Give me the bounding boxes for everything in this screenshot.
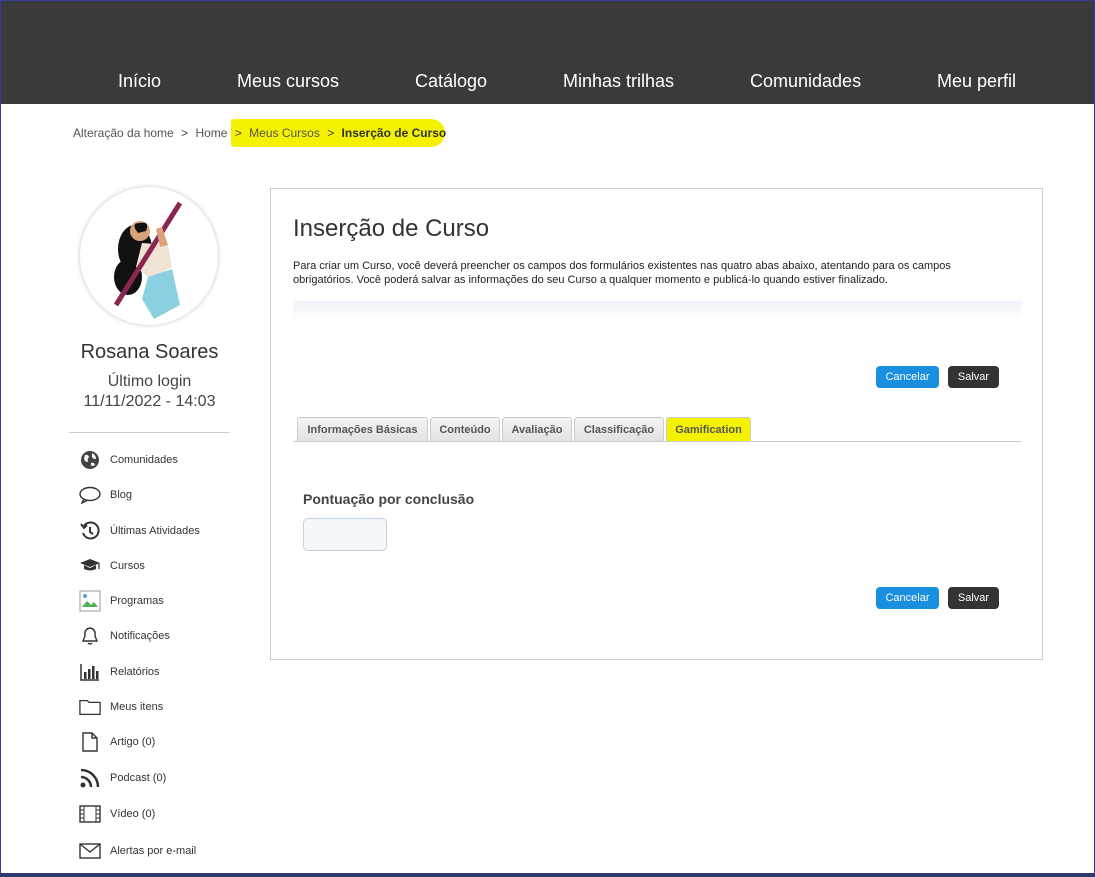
tab-conteudo[interactable]: Conteúdo	[430, 417, 500, 441]
sidebar-item-artigo[interactable]: Artigo (0)	[79, 729, 155, 755]
breadcrumb-separator: >	[234, 125, 242, 140]
tab-divider	[293, 441, 1021, 442]
sidebar-item-ultimas-atividades[interactable]: Últimas Atividades	[79, 518, 200, 544]
cancel-button-top[interactable]: Cancelar	[876, 366, 939, 388]
nav-catalogo[interactable]: Catálogo	[415, 71, 487, 92]
last-login-value: 11/11/2022 - 14:03	[83, 393, 216, 410]
history-icon	[79, 520, 101, 542]
breadcrumb-item-home[interactable]: Home	[195, 126, 227, 140]
sidebar-item-label: Alertas por e-mail	[110, 845, 197, 857]
graduation-cap-icon	[79, 555, 101, 577]
breadcrumb-item-meus-cursos[interactable]: Meus Cursos	[249, 126, 320, 140]
tab-avaliacao[interactable]: Avaliação	[502, 417, 572, 441]
tab-informacoes-basicas[interactable]: Informações Básicas	[297, 417, 428, 441]
breadcrumb: Alteração da home > Home > Meus Cursos >…	[73, 125, 446, 140]
sidebar-item-label: Blog	[110, 489, 133, 501]
breadcrumb-item-alteracao[interactable]: Alteração da home	[73, 126, 174, 140]
sidebar-item-label: Vídeo (0)	[110, 808, 156, 820]
sidebar-item-label: Cursos	[110, 560, 145, 572]
main-nav: Início Meus cursos Catálogo Minhas trilh…	[1, 71, 1094, 95]
broken-image-icon	[79, 590, 101, 612]
film-icon	[79, 803, 101, 825]
sidebar-item-programas[interactable]: Programas	[79, 588, 164, 614]
nav-comunidades[interactable]: Comunidades	[750, 71, 861, 92]
sidebar-item-video[interactable]: Vídeo (0)	[79, 801, 155, 827]
cancel-button-bottom[interactable]: Cancelar	[876, 587, 939, 609]
last-login: Último login 11/11/2022 - 14:03	[41, 372, 258, 412]
completion-score-input[interactable]	[303, 518, 387, 551]
sidebar-item-label: Notificações	[110, 630, 170, 642]
sidebar-item-label: Relatórios	[110, 666, 160, 678]
nav-meu-perfil[interactable]: Meu perfil	[937, 71, 1016, 92]
profile-name: Rosana Soares	[80, 341, 219, 363]
tab-gamification[interactable]: Gamification	[666, 417, 751, 441]
sidebar-item-blog[interactable]: Blog	[79, 482, 132, 508]
breadcrumb-current: Inserção de Curso	[341, 125, 447, 140]
page-title: Inserção de Curso	[293, 215, 490, 242]
sidebar-item-label: Comunidades	[110, 454, 178, 466]
sidebar-item-label: Meus itens	[110, 701, 164, 713]
sidebar-item-cursos[interactable]: Cursos	[79, 553, 145, 579]
completion-score-label: Pontuação por conclusão	[303, 491, 475, 507]
last-login-label: Último login	[107, 373, 192, 390]
page-description: Para criar um Curso, você deverá preench…	[293, 260, 951, 286]
sidebar-divider	[69, 432, 229, 433]
sidebar-item-label: Podcast (0)	[110, 772, 167, 784]
sidebar-item-comunidades[interactable]: Comunidades	[79, 447, 178, 473]
folder-icon	[79, 696, 101, 718]
top-navigation-bar: Início Meus cursos Catálogo Minhas trilh…	[1, 1, 1094, 104]
sidebar-item-notificacoes[interactable]: Notificações	[79, 623, 170, 649]
nav-minhas-trilhas[interactable]: Minhas trilhas	[563, 71, 674, 92]
envelope-icon	[79, 840, 101, 862]
bar-chart-icon	[79, 661, 101, 683]
rss-icon	[79, 767, 101, 789]
sidebar-item-relatorios[interactable]: Relatórios	[79, 659, 160, 685]
bell-icon	[79, 625, 101, 647]
speech-bubble-icon	[79, 484, 101, 506]
sidebar-item-podcast[interactable]: Podcast (0)	[79, 765, 166, 791]
sidebar-item-alertas[interactable]: Alertas por e-mail	[79, 838, 196, 864]
avatar[interactable]	[80, 187, 218, 325]
header-gradient	[293, 301, 1021, 319]
tab-classificacao[interactable]: Classificação	[574, 417, 664, 441]
course-insert-panel: Inserção de Curso Para criar um Curso, v…	[270, 188, 1043, 660]
avatar-illustration	[113, 201, 183, 319]
breadcrumb-separator: >	[181, 125, 189, 140]
save-button-bottom[interactable]: Salvar	[948, 587, 999, 609]
globe-icon	[79, 449, 101, 471]
nav-meus-cursos[interactable]: Meus cursos	[237, 71, 339, 92]
sidebar-item-meus-itens[interactable]: Meus itens	[79, 694, 163, 720]
document-icon	[79, 731, 101, 753]
nav-inicio[interactable]: Início	[118, 71, 161, 92]
sidebar-item-label: Programas	[110, 595, 164, 607]
sidebar-item-label: Últimas Atividades	[110, 525, 200, 537]
sidebar-item-label: Artigo (0)	[110, 736, 156, 748]
breadcrumb-separator: >	[327, 125, 335, 140]
save-button-top[interactable]: Salvar	[948, 366, 999, 388]
